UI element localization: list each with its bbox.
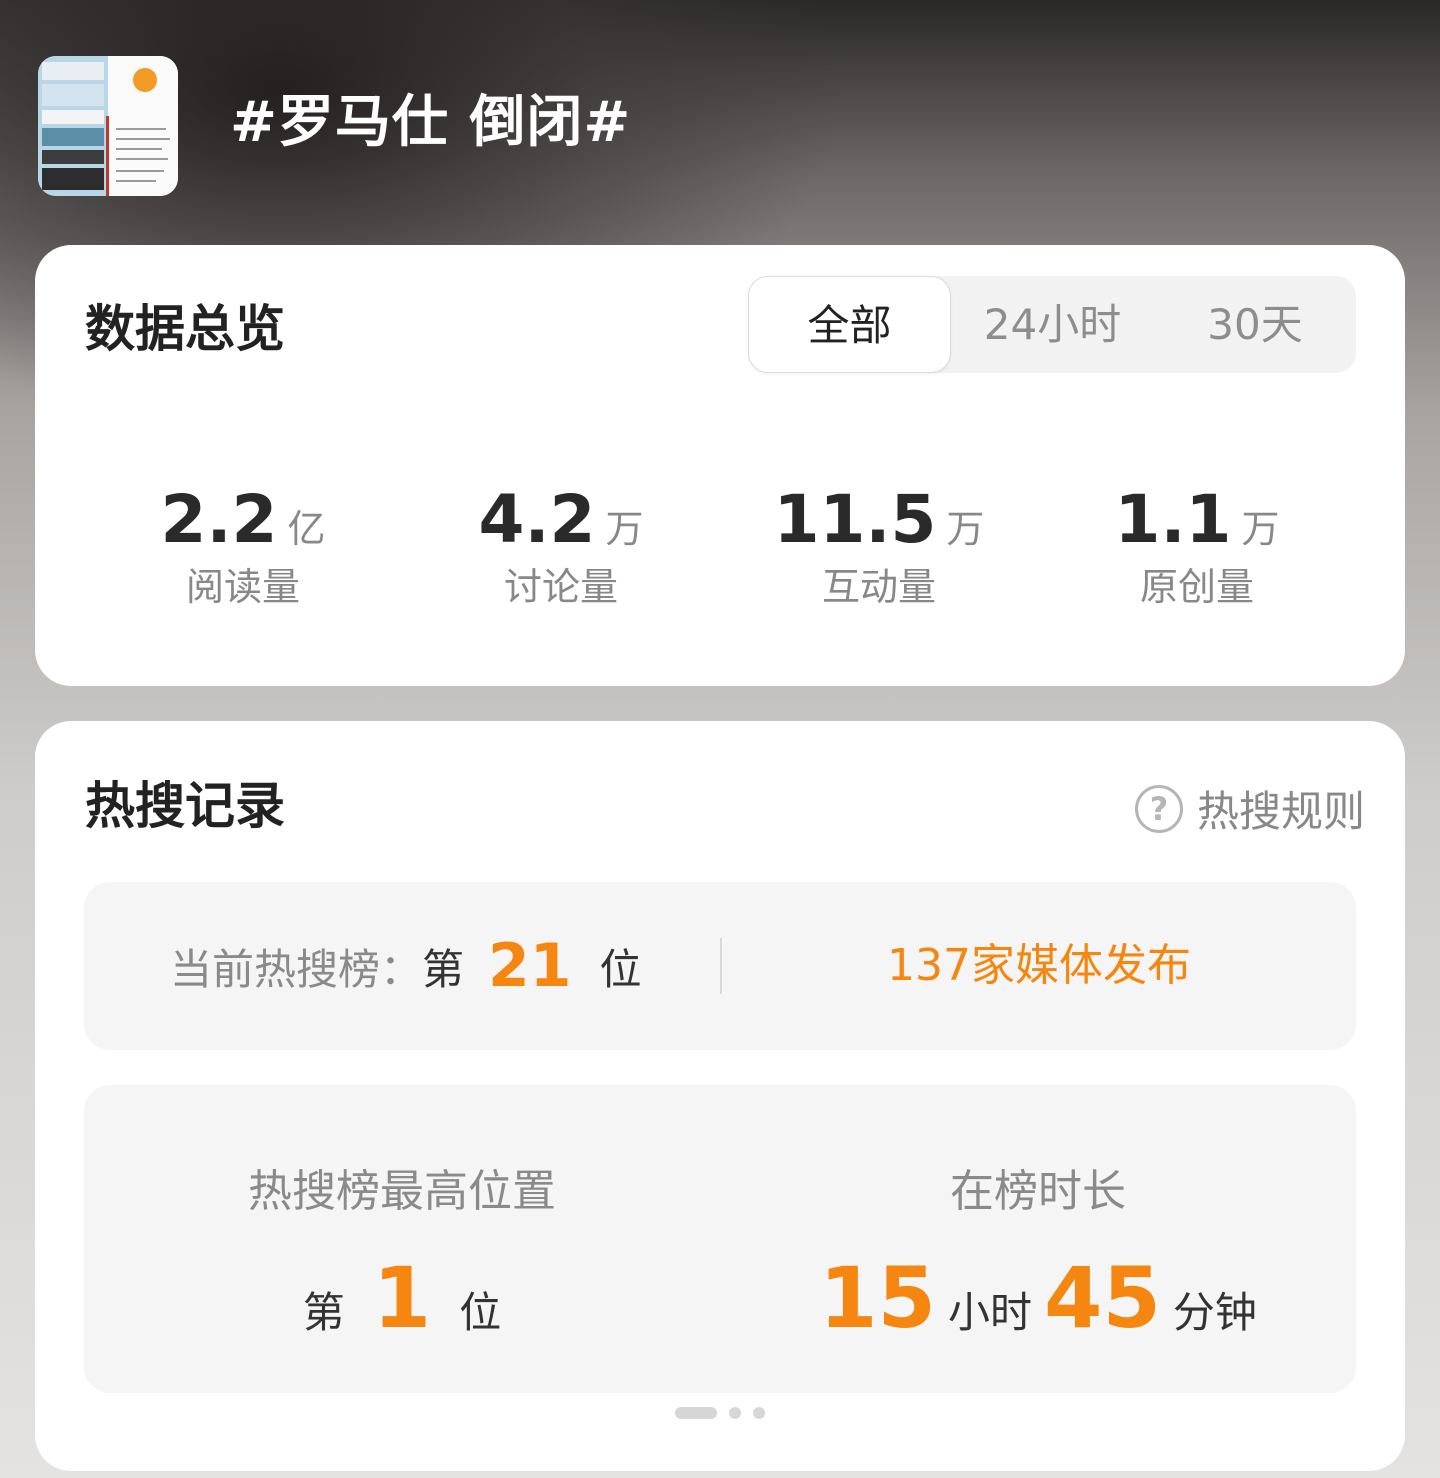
stat-value: 2.2 xyxy=(160,481,278,558)
stat-label: 原创量 xyxy=(1139,565,1254,609)
duration-minutes: 45 xyxy=(1044,1249,1161,1347)
current-rank-panel: 当前热搜榜： 第 21 位 137家媒体发布 xyxy=(84,882,1356,1050)
thumbnail-collage xyxy=(38,56,108,196)
current-rank: 当前热搜榜： 第 21 位 xyxy=(170,882,642,1050)
overview-title: 数据总览 xyxy=(85,300,285,358)
stat-value: 1.1 xyxy=(1114,481,1232,558)
hours-unit: 小时 xyxy=(947,1288,1032,1337)
topic-header: #罗马仕 倒闭# xyxy=(0,0,1440,245)
media-publish-link[interactable]: 137家媒体发布 xyxy=(722,882,1356,1050)
rank-prefix: 第 xyxy=(302,1288,345,1337)
data-overview-card: 数据总览 全部 24小时 30天 2.2 亿 阅读量 4.2 万 讨论量 11.… xyxy=(35,245,1405,686)
page-indicator[interactable] xyxy=(675,1407,777,1419)
question-circle-icon: ? xyxy=(1134,784,1183,833)
topic-thumbnail[interactable] xyxy=(38,56,178,196)
time-on-list: 在榜时长 15 小时 45 分钟 xyxy=(720,1085,1356,1393)
stat-unit: 亿 xyxy=(287,507,326,551)
page-dot[interactable] xyxy=(753,1407,765,1419)
thumbnail-accent-bar xyxy=(106,116,109,196)
stat-unit: 万 xyxy=(605,507,644,551)
hot-record-panel: 热搜榜最高位置 第 1 位 在榜时长 15 小时 45 分钟 xyxy=(84,1085,1356,1393)
hot-search-title: 热搜记录 xyxy=(85,777,285,835)
hot-search-rules-link[interactable]: ? 热搜规则 xyxy=(1134,778,1365,839)
stat-discussions: 4.2 万 讨论量 xyxy=(401,480,721,612)
rank-prefix: 第 xyxy=(422,944,465,994)
current-rank-label: 当前热搜榜： xyxy=(170,944,423,994)
highest-position: 热搜榜最高位置 第 1 位 xyxy=(84,1085,720,1393)
topic-title: #罗马仕 倒闭# xyxy=(230,90,632,155)
stats-row: 2.2 亿 阅读量 4.2 万 讨论量 11.5 万 互动量 1.1 万 原创量 xyxy=(35,480,1405,610)
stat-original: 1.1 万 原创量 xyxy=(1037,480,1357,612)
stat-interactions: 11.5 万 互动量 xyxy=(719,480,1039,612)
tab-24-hours[interactable]: 24小时 xyxy=(951,276,1154,373)
mascot-icon xyxy=(133,68,157,92)
stat-unit: 万 xyxy=(946,507,985,551)
highest-position-title: 热搜榜最高位置 xyxy=(248,1166,556,1217)
stat-label: 互动量 xyxy=(821,565,936,609)
stat-label: 阅读量 xyxy=(185,565,300,609)
rank-suffix: 位 xyxy=(599,944,642,994)
minutes-unit: 分钟 xyxy=(1172,1288,1257,1337)
time-on-list-title: 在榜时长 xyxy=(950,1166,1126,1217)
rules-label: 热搜规则 xyxy=(1196,787,1365,836)
page-dot-active[interactable] xyxy=(675,1407,717,1419)
duration-hours: 15 xyxy=(819,1249,936,1347)
tab-30-days[interactable]: 30天 xyxy=(1154,276,1356,373)
page-dot[interactable] xyxy=(729,1407,741,1419)
tab-all[interactable]: 全部 xyxy=(748,276,951,373)
stat-value: 11.5 xyxy=(773,481,937,558)
time-range-segmented-control: 全部 24小时 30天 xyxy=(748,276,1356,373)
highest-rank-number: 1 xyxy=(372,1249,432,1347)
current-rank-number: 21 xyxy=(488,931,572,1001)
rank-suffix: 位 xyxy=(459,1288,502,1337)
stat-unit: 万 xyxy=(1241,507,1280,551)
stat-reads: 2.2 亿 阅读量 xyxy=(83,480,403,612)
hot-search-card: 热搜记录 ? 热搜规则 当前热搜榜： 第 21 位 137家媒体发布 热搜榜最高… xyxy=(35,721,1405,1471)
stat-value: 4.2 xyxy=(478,481,596,558)
stat-label: 讨论量 xyxy=(503,565,618,609)
